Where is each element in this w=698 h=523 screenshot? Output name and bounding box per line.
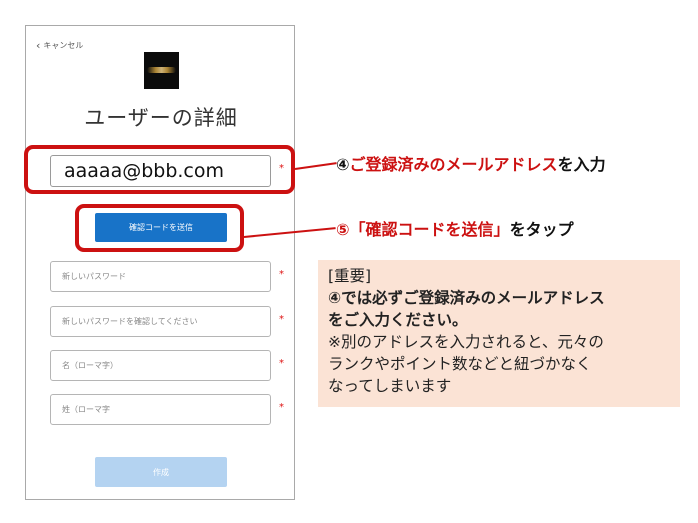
first-name-required-mark: * xyxy=(279,358,284,369)
confirm-password-required-mark: * xyxy=(279,314,284,325)
chevron-left-icon: ‹ xyxy=(36,38,41,52)
new-password-required-mark: * xyxy=(279,269,284,280)
important-notice: [重要] ④では必ずご登録済みのメールアドレス をご入力ください。 ※別のアドレ… xyxy=(318,260,680,407)
step4-annotation: ④ご登録済みのメールアドレスを入力 xyxy=(336,151,606,175)
notice-bold-line-1: ④では必ずご登録済みのメールアドレス xyxy=(328,289,605,307)
last-name-required-mark: * xyxy=(279,402,284,413)
notice-heading: [重要] xyxy=(328,267,372,285)
notice-line-5: なってしまいます xyxy=(328,377,452,395)
email-highlight-box xyxy=(24,145,295,194)
step5-tail-text: をタップ xyxy=(509,220,574,239)
cancel-label: キャンセル xyxy=(43,41,84,50)
step4-marker: ④ xyxy=(336,155,350,174)
cancel-link[interactable]: ‹ キャンセル xyxy=(36,40,83,51)
step4-leader-line xyxy=(294,162,337,170)
page-title: ユーザーの詳細 xyxy=(84,106,238,130)
brand-logo xyxy=(144,52,179,89)
create-button[interactable]: 作成 xyxy=(95,457,227,487)
confirm-password-field[interactable]: 新しいパスワードを確認してください xyxy=(50,306,271,337)
step5-annotation: ⑤「確認コードを送信」をタップ xyxy=(336,216,574,240)
notice-bold-line-2: をご入力ください。 xyxy=(328,311,468,329)
notice-line-4: ランクやポイント数などと紐づかなく xyxy=(328,355,592,373)
step5-highlight-text: ⑤「確認コードを送信」 xyxy=(336,220,510,239)
signup-form-screen: ‹ キャンセル ユーザーの詳細 aaaaa@bbb.com * 確認コードを送信… xyxy=(25,25,295,500)
step4-highlight-text: ご登録済みのメールアドレス xyxy=(349,155,558,174)
step4-tail-text: を入力 xyxy=(557,155,606,174)
notice-line-3: ※別のアドレスを入力されると、元々の xyxy=(328,333,604,351)
new-password-field[interactable]: 新しいパスワード xyxy=(50,261,271,292)
first-name-field[interactable]: 名（ローマ字） xyxy=(50,350,271,381)
last-name-field[interactable]: 姓（ローマ字 xyxy=(50,394,271,425)
logo-glow xyxy=(147,67,176,73)
send-code-highlight-box xyxy=(75,204,244,252)
